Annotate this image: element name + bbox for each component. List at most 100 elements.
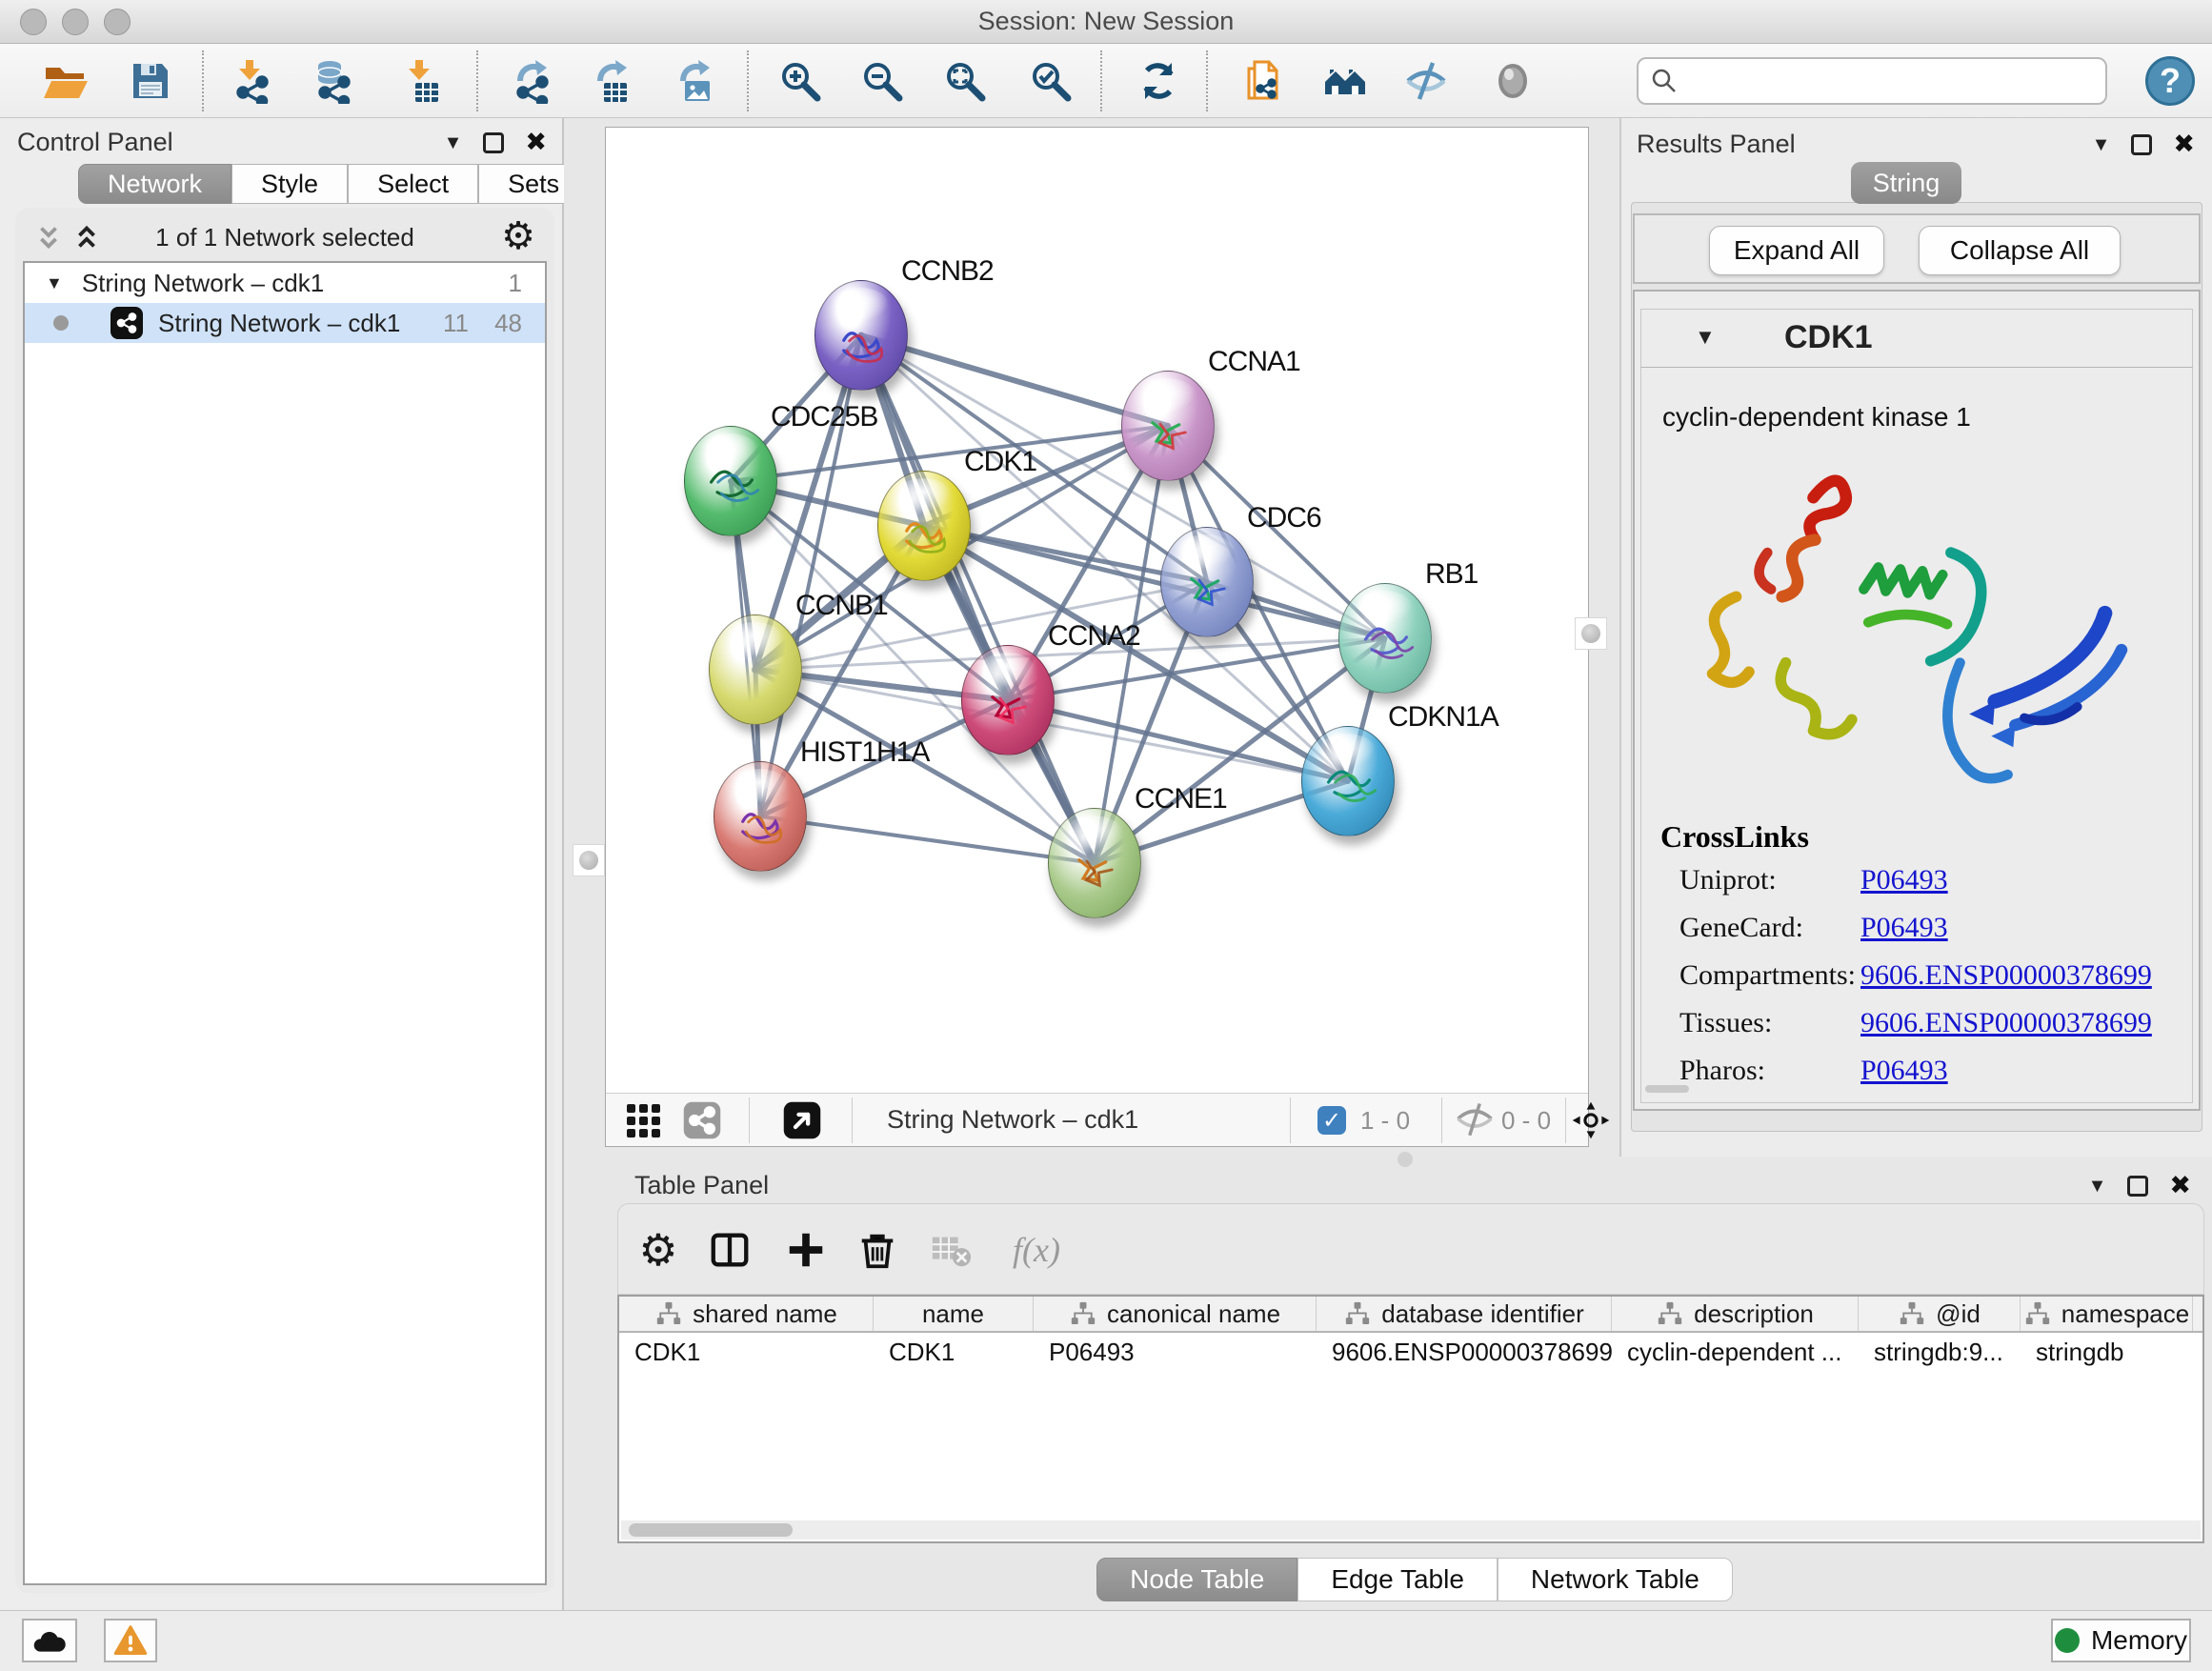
cell[interactable]: cyclin-dependent ... (1612, 1333, 1859, 1371)
search-input[interactable] (1686, 66, 2094, 97)
scrollbar-thumb[interactable] (629, 1523, 793, 1537)
node-cdc25b[interactable] (684, 426, 777, 536)
tab-style[interactable]: Style (231, 164, 348, 204)
import-table-icon[interactable] (394, 56, 444, 106)
tab-string[interactable]: String (1851, 162, 1961, 204)
panel-float-icon[interactable] (2131, 134, 2152, 155)
column-header-name[interactable]: name (874, 1297, 1034, 1331)
save-session-icon[interactable] (126, 56, 175, 106)
export-image-icon[interactable] (668, 56, 717, 106)
node-ccnb1[interactable] (709, 614, 802, 725)
show-columns-icon[interactable] (705, 1225, 754, 1275)
table-horizontal-scrollbar[interactable] (621, 1520, 2201, 1540)
export-network-icon[interactable] (505, 56, 554, 106)
panel-menu-icon[interactable]: ▼ (444, 133, 463, 152)
zoom-fit-icon[interactable] (940, 56, 990, 106)
edge[interactable] (760, 816, 1095, 863)
tab-network[interactable]: Network (78, 164, 231, 204)
right-splitter-handle[interactable] (1575, 617, 1607, 650)
node-cdc6[interactable] (1160, 527, 1254, 637)
help-button[interactable]: ? (2145, 56, 2195, 106)
network-share-toggle-icon[interactable] (681, 1099, 723, 1141)
panel-menu-icon[interactable]: ▼ (2088, 1177, 2107, 1196)
open-session-icon[interactable] (40, 56, 90, 106)
node-ccna1[interactable] (1121, 371, 1215, 481)
protein-section-header[interactable]: ▼ CDK1 (1640, 309, 2193, 368)
table-row[interactable]: CDK1CDK1P064939606.ENSP00000378699cyclin… (619, 1333, 2202, 1371)
import-network-file-icon[interactable] (225, 56, 274, 106)
fit-selected-crosshair-icon[interactable] (1570, 1099, 1612, 1141)
toggle-visibility-icon[interactable] (1401, 56, 1451, 106)
panel-float-icon[interactable] (483, 132, 504, 153)
results-scrollbar[interactable] (1645, 1085, 1689, 1093)
column-header-database-identifier[interactable]: database identifier (1317, 1297, 1612, 1331)
cell[interactable]: P06493 (1034, 1333, 1317, 1371)
edge[interactable] (861, 335, 1095, 863)
panel-float-icon[interactable] (2127, 1176, 2148, 1197)
search-box[interactable] (1637, 57, 2107, 105)
expand-all-button[interactable]: Expand All (1709, 226, 1884, 275)
column-header-description[interactable]: description (1612, 1297, 1859, 1331)
panel-close-icon[interactable]: ✖ (525, 130, 547, 155)
tree-expand-icon[interactable]: ▼ (46, 273, 63, 293)
tab-node-table[interactable]: Node Table (1096, 1558, 1297, 1601)
node-cdk1[interactable] (877, 471, 971, 581)
tab-edge-table[interactable]: Edge Table (1297, 1558, 1498, 1601)
collapse-section-icon[interactable]: ▼ (1695, 325, 1716, 350)
document-share-icon[interactable] (1239, 56, 1289, 106)
birds-eye-view-icon[interactable] (781, 1099, 823, 1141)
zoom-in-icon[interactable] (775, 56, 825, 106)
warning-button[interactable] (104, 1619, 157, 1662)
grid-view-icon[interactable] (622, 1099, 664, 1141)
crosslink-link[interactable]: P06493 (1860, 864, 1948, 896)
cell[interactable]: CDK1 (619, 1333, 874, 1371)
node-label: CCNB1 (795, 590, 888, 622)
node-rb1[interactable] (1338, 583, 1432, 694)
column-header-shared-name[interactable]: shared name (619, 1297, 874, 1331)
network-canvas[interactable]: CCNB2CCNA1CDC25BCDK1CDC6RB1CCNB1CCNA2CDK… (606, 128, 1590, 1095)
left-splitter-handle[interactable] (573, 844, 605, 876)
node-ccne1[interactable] (1048, 808, 1141, 918)
column-header-namespace[interactable]: namespace (2021, 1297, 2193, 1331)
collapse-all-button[interactable]: Collapse All (1919, 226, 2121, 275)
column-header--id[interactable]: @id (1859, 1297, 2021, 1331)
column-header-canonical-name[interactable]: canonical name (1034, 1297, 1317, 1331)
node-hist1h1a[interactable] (714, 761, 807, 872)
crosslink-link[interactable]: 9606.ENSP00000378699 (1860, 1007, 2152, 1039)
refresh-icon[interactable] (1134, 56, 1183, 106)
delete-column-icon[interactable] (853, 1225, 902, 1275)
tab-network-table[interactable]: Network Table (1498, 1558, 1733, 1601)
home-icon[interactable] (1320, 56, 1370, 106)
crosslink-link[interactable]: P06493 (1860, 1055, 1948, 1087)
tree-row-collection[interactable]: ▼ String Network – cdk1 1 (25, 263, 545, 303)
cloud-button[interactable] (22, 1619, 77, 1662)
add-column-icon[interactable] (781, 1225, 831, 1275)
cell[interactable]: stringdb (2021, 1333, 2193, 1371)
zoom-selected-icon[interactable] (1026, 56, 1076, 106)
table-header-row: shared namenamecanonical namedatabase id… (619, 1297, 2202, 1333)
tab-select[interactable]: Select (348, 164, 478, 204)
cell[interactable]: 9606.ENSP00000378699 (1317, 1333, 1612, 1371)
zoom-out-icon[interactable] (857, 56, 907, 106)
cell[interactable]: stringdb:9... (1859, 1333, 2021, 1371)
crosslink-link[interactable]: P06493 (1860, 912, 1948, 944)
crosslink-link[interactable]: 9606.ENSP00000378699 (1860, 959, 2152, 992)
cell[interactable]: CDK1 (874, 1333, 1034, 1371)
tree-network-label: String Network – cdk1 (158, 309, 400, 338)
tree-row-network[interactable]: String Network – cdk1 11 48 (25, 303, 545, 343)
node-cdkn1a[interactable] (1301, 726, 1395, 836)
memory-button[interactable]: Memory (2051, 1619, 2191, 1662)
table-settings-gear-icon[interactable]: ⚙ (633, 1225, 683, 1275)
selected-checkbox-icon[interactable]: ✓ (1311, 1099, 1353, 1141)
panel-menu-icon[interactable]: ▼ (2092, 135, 2111, 154)
eye-icon[interactable] (1488, 56, 1538, 106)
horizontal-splitter-handle[interactable] (1398, 1152, 1413, 1167)
node-ccnb2[interactable] (814, 280, 908, 391)
gear-icon[interactable]: ⚙ (501, 217, 535, 255)
export-table-icon[interactable] (585, 56, 634, 106)
panel-close-icon[interactable]: ✖ (2169, 1173, 2191, 1198)
panel-close-icon[interactable]: ✖ (2173, 131, 2195, 157)
node-ccna2[interactable] (961, 645, 1055, 755)
results-buttons-box: Expand All Collapse All (1633, 213, 2201, 284)
import-network-database-icon[interactable] (307, 56, 356, 106)
